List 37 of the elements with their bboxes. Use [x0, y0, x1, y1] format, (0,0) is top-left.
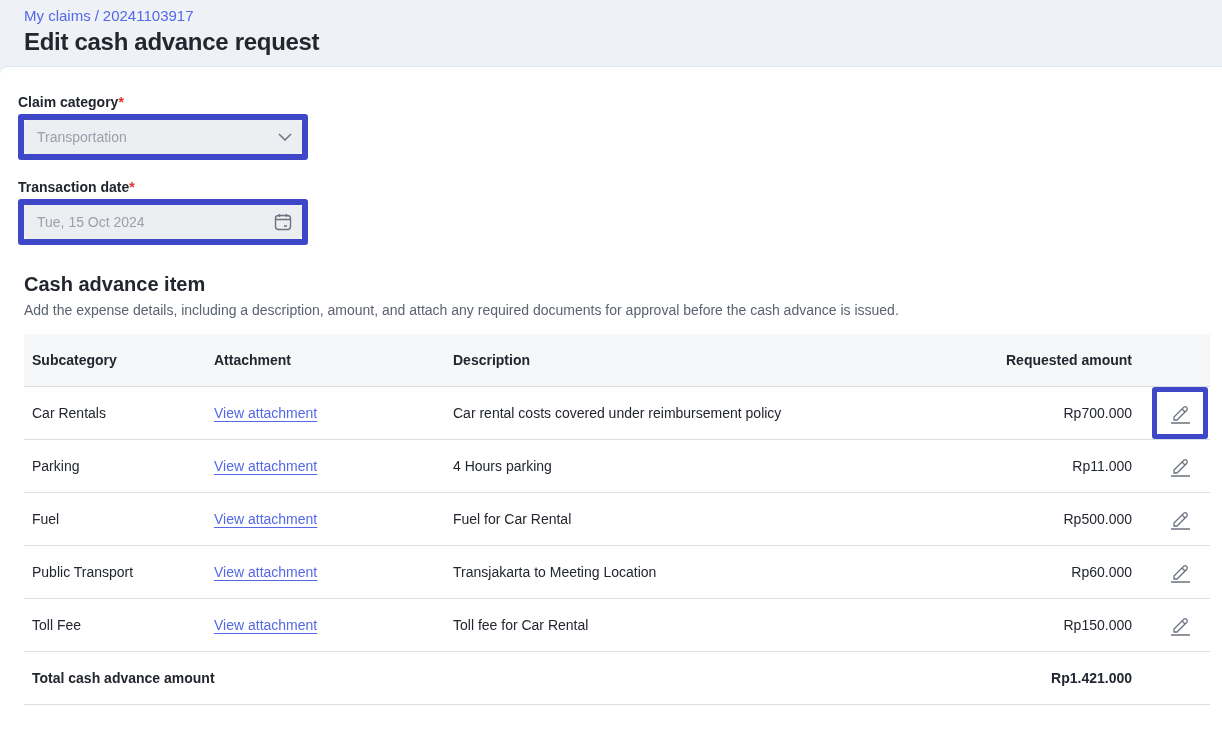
- view-attachment-link[interactable]: View attachment: [214, 617, 318, 633]
- table-cell: Rp11.000: [937, 439, 1140, 493]
- table-cell: Car Rentals: [24, 386, 206, 440]
- column-header: Attachment: [206, 334, 445, 387]
- total-amount: Rp1.421.000: [937, 651, 1140, 705]
- section-description: Add the expense details, including a description, amount, and attach any required documents for approval before the cash advance is issued.: [24, 302, 900, 318]
- section-title: Cash advance item: [24, 273, 207, 296]
- table-cell: Rp60.000: [937, 545, 1140, 599]
- table-cell: Rp150.000: [937, 598, 1140, 652]
- column-header: Description: [445, 334, 938, 387]
- breadcrumb-link[interactable]: My claims: [24, 6, 91, 24]
- table-cell: Rp500.000: [937, 492, 1140, 546]
- table-cell: Toll fee for Car Rental: [445, 598, 938, 652]
- table-cell: Parking: [24, 439, 206, 493]
- table-cell: Rp700.000: [937, 386, 1140, 440]
- view-attachment-link[interactable]: View attachment: [214, 511, 318, 527]
- breadcrumb-current: 20241103917: [102, 6, 194, 24]
- table-cell: 4 Hours parking: [445, 439, 938, 493]
- table-cell: Fuel: [24, 492, 206, 546]
- table-cell: Car rental costs covered under reimbursement policy: [445, 386, 938, 440]
- total-label: Total cash advance amount: [24, 651, 938, 705]
- view-attachment-link[interactable]: View attachment: [214, 458, 318, 474]
- column-header: Subcategory: [24, 334, 206, 387]
- edit-button[interactable]: [1152, 387, 1208, 439]
- chevron-down-icon: [278, 133, 292, 141]
- calendar-icon: [274, 213, 292, 231]
- table-cell: Fuel for Car Rental: [445, 492, 938, 546]
- view-attachment-link[interactable]: View attachment: [214, 564, 318, 580]
- view-attachment-link[interactable]: View attachment: [214, 405, 318, 421]
- table-cell: Toll Fee: [24, 598, 206, 652]
- breadcrumb-separator: /: [94, 6, 99, 24]
- field-label: Transaction date*: [18, 179, 135, 195]
- table-cell: Transjakarta to Meeting Location: [445, 545, 938, 599]
- field-label: Claim category*: [18, 94, 124, 110]
- page-title: Edit cash advance request: [24, 28, 321, 56]
- table-cell: Public Transport: [24, 545, 206, 599]
- column-header: Requested amount: [937, 334, 1140, 387]
